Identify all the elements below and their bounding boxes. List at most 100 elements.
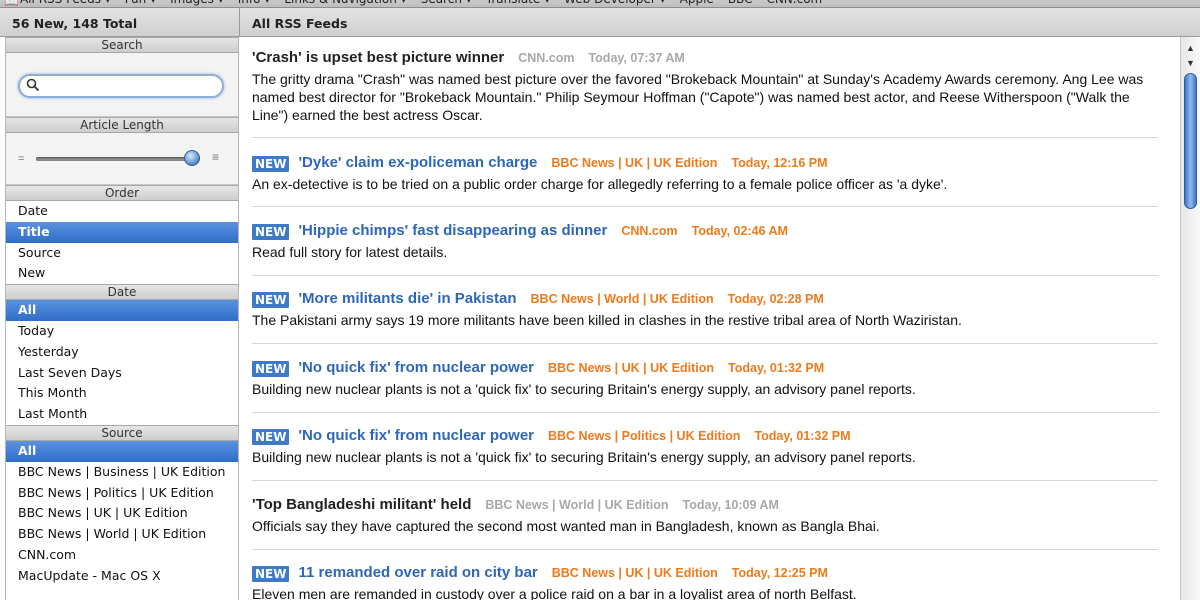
article-title-link[interactable]: 11 remanded over raid on city bar [298, 564, 537, 581]
new-badge: NEW [252, 156, 290, 172]
article-date: Today, 01:32 PM [728, 361, 825, 375]
date-heading: Date [6, 284, 238, 301]
order-item-title[interactable]: Title [6, 221, 238, 243]
article-title-line: NEW 'No quick fix' from nuclear power BBC … [252, 427, 1158, 445]
article-item[interactable]: NEW 'No quick fix' from nuclear power BBC … [252, 359, 1158, 398]
article-title-link[interactable]: 'More militants die' in Pakistan [298, 290, 516, 307]
article-title-link[interactable]: 'Dyke' claim ex-policeman charge [298, 154, 537, 171]
article-source[interactable]: BBC News | UK | UK Edition [548, 361, 714, 375]
bookmark-item[interactable]: Fun ▾ [125, 0, 156, 6]
article-description: The gritty drama "Crash" was named best … [252, 71, 1144, 123]
article-date: Today, 12:25 PM [731, 566, 828, 580]
article-source[interactable]: BBC News | UK | UK Edition [551, 156, 717, 170]
bookmark-item[interactable]: BBC [728, 0, 753, 6]
source-item-cnn-com[interactable]: CNN.com [6, 545, 238, 566]
article-date: Today, 01:32 PM [754, 429, 851, 443]
article-description: Building new nuclear plants is not a 'qu… [252, 381, 916, 397]
scrollbar[interactable]: ▲ ▼ [1180, 37, 1200, 600]
date-item-last-month[interactable]: Last Month [6, 404, 238, 425]
scroll-thumb[interactable] [1184, 73, 1197, 209]
article-description: Read full story for latest details. [252, 244, 448, 260]
new-badge: NEW [252, 224, 290, 240]
header-bar: 56 New, 148 Total All RSS Feeds [0, 8, 1200, 37]
source-item-all[interactable]: All [6, 440, 238, 462]
bookmark-item[interactable]: CNN.com [766, 0, 822, 6]
article-length-slider-knob[interactable] [183, 150, 200, 166]
bookmarks-bar: 📖 All RSS Feeds ▾ Fun ▾ Images ▾ Info ▾ Link… [0, 0, 1200, 8]
article-source[interactable]: CNN.com [621, 224, 677, 238]
bookmark-item[interactable]: Search ▾ [421, 0, 472, 6]
order-item-new[interactable]: New [6, 263, 238, 284]
source-item-bbc-news-business-uk-edition[interactable]: BBC News | Business | UK Edition [6, 462, 238, 483]
article-title-link[interactable]: 'Hippie chimps' fast disappearing as din… [298, 222, 607, 239]
article-source[interactable]: BBC News | Politics | UK Edition [548, 429, 740, 443]
article-separator [252, 275, 1158, 276]
article-item[interactable]: NEW 11 remanded over raid on city bar BBC … [252, 564, 1158, 600]
search-input[interactable] [42, 78, 218, 94]
article-title-link[interactable]: 'No quick fix' from nuclear power [298, 427, 534, 444]
scroll-up-icon[interactable]: ▲ [1186, 43, 1195, 53]
article-title-link[interactable]: 'Crash' is upset best picture winner [252, 49, 504, 66]
article-separator [252, 549, 1158, 550]
feed-title: All RSS Feeds [252, 16, 348, 31]
short-length-icon: = [18, 153, 25, 165]
article-item[interactable]: NEW 'Dyke' claim ex-policeman charge BBC N… [252, 154, 1158, 193]
bookmarks-row: All RSS Feeds ▾ Fun ▾ Images ▾ Info ▾ Links … [20, 0, 822, 6]
article-date: Today, 02:46 AM [691, 224, 788, 238]
bookmark-item[interactable]: Images ▾ [170, 0, 224, 6]
bookmark-item[interactable]: All RSS Feeds ▾ [20, 0, 111, 6]
search-area [6, 53, 238, 117]
article-source[interactable]: BBC News | World | UK Edition [485, 498, 668, 512]
order-list: Date Title Source New [6, 201, 238, 284]
article-length-slider-track[interactable] [36, 157, 200, 161]
bookmark-item[interactable]: Links & Navigation ▾ [284, 0, 406, 6]
article-separator [252, 206, 1158, 207]
article-description: The Pakistani army says 19 more militant… [252, 312, 962, 328]
article-title-line: NEW 'More militants die' in Pakistan BBC N… [252, 290, 1158, 308]
article-item[interactable]: 'Crash' is upset best picture winner CNN.… [252, 49, 1158, 124]
article-source[interactable]: BBC News | UK | UK Edition [552, 566, 718, 580]
article-title-line: NEW 'Dyke' claim ex-policeman charge BBC N… [252, 154, 1158, 172]
article-date: Today, 07:37 AM [588, 51, 685, 65]
order-item-source[interactable]: Source [6, 243, 238, 264]
article-date: Today, 12:16 PM [731, 156, 828, 170]
bookmark-item[interactable]: Web Developer ▾ [564, 0, 666, 6]
search-box[interactable] [18, 74, 224, 98]
order-item-date[interactable]: Date [6, 201, 238, 222]
article-separator [252, 343, 1158, 344]
article-item[interactable]: 'Top Bangladeshi militant' held BBC News … [252, 496, 1158, 535]
date-list: All Today Yesterday Last Seven Days This Mon… [6, 300, 238, 425]
date-item-this-month[interactable]: This Month [6, 383, 238, 404]
article-item[interactable]: NEW 'No quick fix' from nuclear power BBC … [252, 427, 1158, 466]
scroll-down-icon[interactable]: ▼ [1186, 58, 1195, 68]
article-description: Officials say they have captured the sec… [252, 518, 880, 534]
bookmarks-book-icon[interactable]: 📖 [4, 0, 19, 7]
article-source[interactable]: CNN.com [518, 51, 574, 65]
article-length-area: = ≡ [6, 133, 238, 185]
source-item-bbc-news-uk-uk-edition[interactable]: BBC News | UK | UK Edition [6, 503, 238, 524]
article-item[interactable]: NEW 'More militants die' in Pakistan BBC N… [252, 290, 1158, 329]
article-item[interactable]: NEW 'Hippie chimps' fast disappearing as … [252, 222, 1158, 261]
search-heading: Search [6, 37, 238, 53]
date-item-all[interactable]: All [6, 300, 238, 321]
order-heading: Order [6, 185, 238, 201]
search-icon [26, 78, 40, 92]
article-source[interactable]: BBC News | World | UK Edition [531, 292, 714, 306]
article-description: An ex-detective is to be tried on a publ… [252, 176, 948, 192]
date-item-yesterday[interactable]: Yesterday [6, 342, 238, 363]
new-badge: NEW [252, 429, 290, 445]
article-length-heading: Article Length [6, 117, 238, 133]
source-item-bbc-news-politics-uk-edition[interactable]: BBC News | Politics | UK Edition [6, 483, 238, 504]
source-item-bbc-news-world-uk-edition[interactable]: BBC News | World | UK Edition [6, 524, 238, 545]
date-item-last-seven-days[interactable]: Last Seven Days [6, 363, 238, 384]
source-item-macupdate-mac-os-x[interactable]: MacUpdate - Mac OS X [6, 566, 238, 587]
article-title-link[interactable]: 'No quick fix' from nuclear power [298, 359, 534, 376]
bookmark-item[interactable]: Translate ▾ [486, 0, 550, 6]
article-title-link[interactable]: 'Top Bangladeshi militant' held [252, 496, 471, 513]
article-description: Eleven men are remanded in custody over … [252, 586, 857, 600]
bookmark-item[interactable]: Apple [680, 0, 714, 6]
article-separator [252, 412, 1158, 413]
article-title-line: 'Top Bangladeshi militant' held BBC News … [252, 496, 1158, 513]
date-item-today[interactable]: Today [6, 321, 238, 342]
bookmark-item[interactable]: Info ▾ [238, 0, 271, 6]
